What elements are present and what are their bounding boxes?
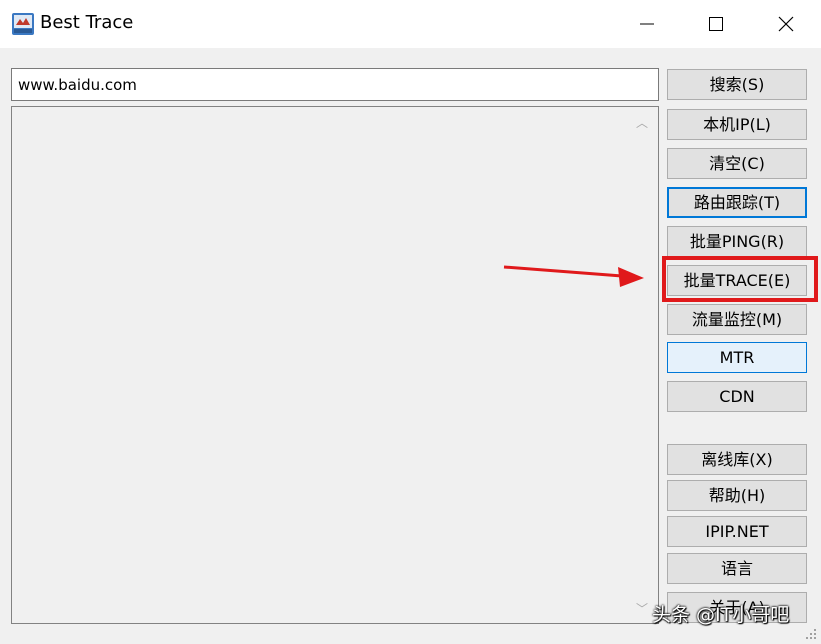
resize-grip-icon[interactable] (805, 628, 817, 640)
highlight-box (662, 256, 818, 302)
watermark: 头条 @IT小哥吧 (652, 604, 790, 626)
title-bar[interactable]: Best Trace (0, 0, 821, 48)
scroll-down-icon[interactable]: ﹀ (636, 603, 648, 615)
help-button[interactable]: 帮助(H) (667, 480, 807, 511)
traffic-monitor-button[interactable]: 流量监控(M) (667, 304, 807, 335)
close-icon (778, 16, 794, 32)
route-trace-button[interactable]: 路由跟踪(T) (667, 187, 807, 218)
app-icon (12, 13, 34, 35)
search-button[interactable]: 搜索(S) (667, 69, 807, 100)
close-button[interactable] (751, 0, 821, 48)
clear-button[interactable]: 清空(C) (667, 148, 807, 179)
minimize-button[interactable] (612, 0, 682, 48)
offline-db-button[interactable]: 离线库(X) (667, 444, 807, 475)
maximize-icon (709, 17, 723, 31)
batch-ping-button[interactable]: 批量PING(R) (667, 226, 807, 257)
trace-output-area[interactable]: ︿ ﹀ (11, 106, 659, 624)
red-arrow-icon (503, 265, 644, 287)
local-ip-button[interactable]: 本机IP(L) (667, 109, 807, 140)
cdn-button[interactable]: CDN (667, 381, 807, 412)
language-button[interactable]: 语言 (667, 553, 807, 584)
scroll-up-icon[interactable]: ︿ (636, 117, 648, 129)
best-trace-window: Best Trace ︿ ﹀ 搜索(S) 本机IP(L) 清空(C) 路由跟踪(… (0, 0, 821, 644)
maximize-button[interactable] (681, 0, 751, 48)
minimize-icon (640, 23, 654, 25)
vertical-scrollbar[interactable]: ︿ ﹀ (628, 107, 658, 623)
ipip-net-button[interactable]: IPIP.NET (667, 516, 807, 547)
window-title: Best Trace (40, 12, 134, 33)
url-input[interactable] (11, 68, 659, 101)
mtr-button[interactable]: MTR (667, 342, 807, 373)
